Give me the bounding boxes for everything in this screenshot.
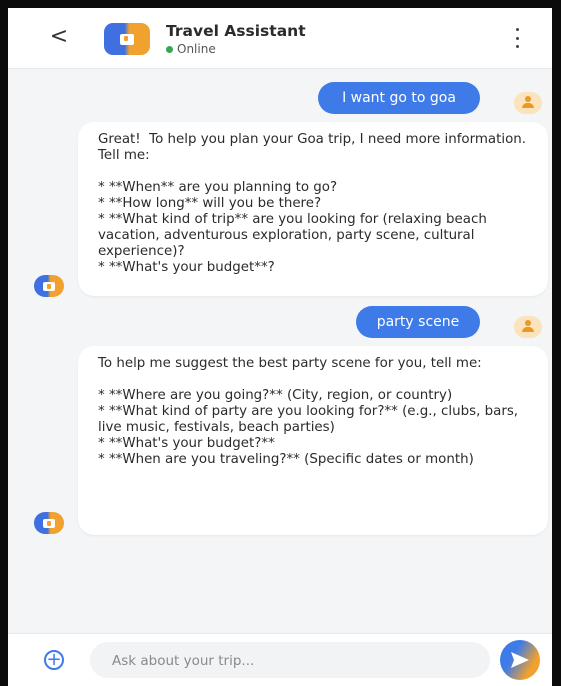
assistant-logo-icon [104,23,150,55]
message-input[interactable] [110,642,474,680]
message-input-wrapper[interactable] [90,642,490,680]
send-icon [511,652,529,668]
add-attachment-icon[interactable]: + [44,650,64,670]
user-avatar-icon [514,92,542,114]
send-button[interactable] [500,640,540,680]
status-indicator: Online [166,42,216,56]
chat-title: Travel Assistant [166,22,306,40]
more-options-icon[interactable] [514,28,520,48]
online-dot-icon [166,45,173,53]
user-message: I want go to goa [318,82,480,114]
user-avatar-icon [514,316,542,338]
back-chevron-icon[interactable]: < [48,26,70,48]
assistant-message: Great! To help you plan your Goa trip, I… [78,122,548,296]
assistant-avatar-icon [34,275,64,297]
user-message: party scene [356,306,480,338]
assistant-message: To help me suggest the best party scene … [78,346,548,535]
status-text: Online [177,42,216,56]
composer-bar: + [8,633,552,686]
assistant-avatar-icon [34,512,64,534]
app-window: < Travel Assistant Online I want go to g… [0,0,561,686]
chat-header: < Travel Assistant Online [8,8,552,69]
